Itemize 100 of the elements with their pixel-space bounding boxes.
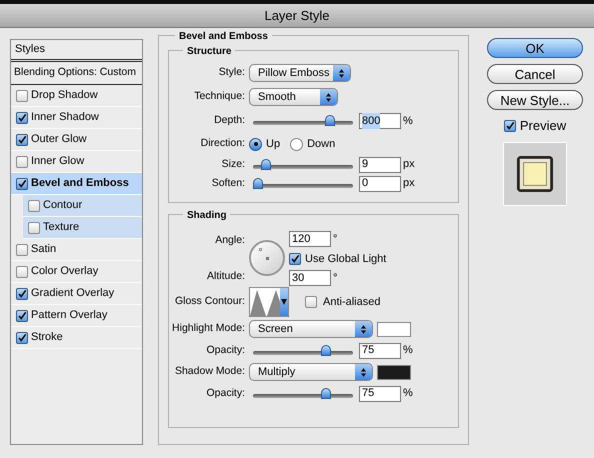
contour-picker[interactable] [249, 287, 289, 317]
blending-options-item[interactable]: Blending Options: Custom [11, 62, 142, 85]
field-value: 9 [362, 157, 368, 172]
effect-item[interactable]: Color Overlay [11, 261, 142, 283]
number-field[interactable]: 75 [359, 342, 401, 358]
contour-curve-icon [250, 288, 280, 316]
dropdown[interactable]: Pillow Emboss [249, 64, 351, 82]
field-label: Soften: [210, 176, 246, 191]
dropdown-value: Pillow Emboss [258, 66, 330, 81]
dropdown[interactable]: Screen [249, 320, 373, 338]
field-label: Altitude: [206, 269, 246, 284]
effect-item[interactable]: Gradient Overlay [11, 283, 142, 305]
checkbox[interactable] [16, 178, 28, 190]
checkbox-label: Anti-aliased [323, 294, 380, 310]
effect-item[interactable]: Pattern Overlay [11, 305, 142, 327]
checkbox[interactable] [28, 200, 40, 212]
checkbox[interactable] [16, 90, 28, 102]
field-value: 120 [292, 232, 310, 247]
effect-label: Inner Shadow [31, 110, 99, 126]
number-field[interactable]: 120 [289, 231, 331, 248]
field-value: 75 [362, 386, 374, 402]
checkbox[interactable] [16, 244, 28, 256]
checkbox[interactable] [289, 252, 301, 265]
number-field[interactable]: 800 [359, 113, 401, 129]
number-field[interactable]: 9 [359, 156, 401, 172]
effect-item[interactable]: Stroke [11, 327, 142, 349]
field-label: Direction: [200, 136, 246, 152]
field-label: Angle: [214, 233, 246, 248]
slider-track[interactable] [253, 115, 353, 127]
checkbox[interactable] [305, 296, 317, 308]
checkbox[interactable] [16, 310, 28, 322]
field-label: Highlight Mode: [171, 321, 246, 336]
field-value: 30 [292, 271, 304, 286]
number-field[interactable]: 30 [289, 270, 331, 286]
field-label: Opacity: [205, 342, 246, 358]
dialog-button[interactable]: OK [487, 38, 583, 58]
dropdown-value: Smooth [258, 90, 296, 105]
effect-label: Texture [43, 220, 80, 236]
unit-label: px [403, 157, 415, 172]
dropdown[interactable]: Multiply [249, 363, 373, 381]
field-label: Gloss Contour: [174, 294, 246, 310]
checkbox[interactable] [16, 266, 28, 278]
stepper-arrows-icon [355, 321, 372, 337]
effect-label: Stroke [31, 330, 63, 346]
dropdown[interactable]: Smooth [249, 88, 338, 106]
field-value: 800 [362, 112, 380, 130]
slider-track[interactable] [253, 178, 353, 190]
slider-track[interactable] [253, 388, 353, 400]
styles-header: Styles [11, 40, 142, 62]
dropdown-value: Multiply [258, 364, 296, 380]
slider-thumb[interactable] [320, 388, 330, 398]
slider-thumb[interactable] [261, 158, 272, 170]
checkbox-label: Use Global Light [305, 252, 386, 266]
unit-label: % [403, 386, 413, 402]
checkbox[interactable] [504, 120, 516, 132]
radio-button[interactable]: Down [290, 136, 336, 152]
effect-subitem[interactable]: Texture [23, 217, 142, 239]
checkbox-label: Preview [520, 117, 566, 135]
slider-track[interactable] [253, 158, 353, 170]
dialog-button[interactable]: New Style... [487, 90, 583, 110]
effect-item[interactable]: Drop Shadow [11, 85, 142, 107]
effect-item[interactable]: Outer Glow [11, 129, 142, 151]
stepper-arrows-icon [333, 65, 350, 81]
unit-label: px [403, 176, 415, 192]
effect-label: Satin [31, 242, 56, 258]
checkbox[interactable] [28, 222, 40, 234]
effect-subitem[interactable]: Contour [23, 195, 142, 217]
effect-label: Gradient Overlay [31, 286, 114, 302]
effect-item[interactable]: Inner Shadow [11, 107, 142, 129]
effect-label: Outer Glow [31, 132, 87, 148]
color-swatch[interactable] [377, 364, 411, 380]
field-label: Shadow Mode: [174, 364, 246, 380]
effect-label: Contour [43, 198, 82, 214]
checkbox[interactable] [16, 288, 28, 300]
number-field[interactable]: 0 [359, 176, 401, 192]
effect-item[interactable]: Bevel and Emboss [11, 173, 142, 195]
group-title: Shading [183, 208, 230, 223]
field-value: 0 [362, 176, 368, 192]
radio-button[interactable]: Up [249, 136, 280, 152]
stepper-arrows-icon [320, 89, 337, 105]
checkbox[interactable] [16, 332, 28, 344]
effect-item[interactable]: Satin [11, 239, 142, 261]
checkbox[interactable] [16, 134, 28, 146]
unit-label: % [403, 343, 413, 358]
color-swatch[interactable] [377, 322, 411, 336]
number-field[interactable]: 75 [359, 386, 401, 402]
dialog-button[interactable]: Cancel [487, 64, 583, 84]
style-preview-thumbnail [503, 142, 567, 206]
field-label: Depth: [213, 113, 246, 128]
slider-thumb[interactable] [320, 344, 330, 356]
slider-track[interactable] [253, 344, 353, 356]
unit-label: % [403, 114, 413, 129]
field-label: Size: [220, 156, 246, 172]
checkbox[interactable] [16, 112, 28, 124]
slider-thumb[interactable] [325, 115, 335, 126]
effect-label: Bevel and Emboss [31, 176, 129, 192]
checkbox[interactable] [16, 156, 28, 168]
slider-thumb[interactable] [253, 178, 263, 188]
effect-label: Pattern Overlay [31, 308, 108, 324]
field-label: Opacity: [205, 386, 246, 401]
